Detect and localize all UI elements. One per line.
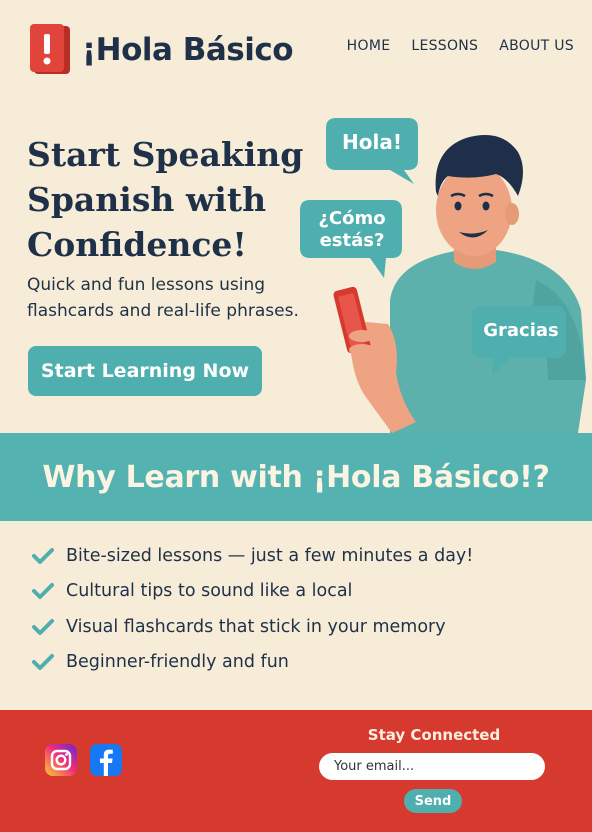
feature-text: Cultural tips to sound like a local — [66, 581, 353, 602]
logo[interactable]: ¡Hola Básico — [28, 22, 294, 78]
list-item: Cultural tips to sound like a local — [32, 574, 473, 610]
list-item: Beginner-friendly and fun — [32, 645, 473, 681]
feature-text: Visual flashcards that stick in your mem… — [66, 616, 446, 637]
hero-title: Start Speaking Spanish with Confidence! — [27, 135, 304, 264]
send-button[interactable]: Send — [404, 789, 462, 813]
check-icon — [32, 618, 54, 635]
facebook-glyph-icon — [100, 749, 113, 776]
facebook-icon[interactable] — [90, 744, 122, 776]
bubble-hola: Hola! — [342, 130, 402, 154]
list-item: Visual flashcards that stick in your mem… — [32, 609, 473, 645]
feature-text: Bite-sized lessons — just a few minutes … — [66, 545, 474, 566]
email-field[interactable] — [319, 753, 545, 780]
nav-about-us[interactable]: ABOUT US — [499, 38, 574, 54]
bubble-como-estas: ¿Cómo estás? — [318, 208, 386, 251]
book-logo-icon — [30, 24, 70, 74]
instagram-icon[interactable] — [45, 744, 77, 776]
site-header: ¡Hola Básico HOME LESSONS ABOUT US — [0, 0, 592, 100]
stay-connected-heading: Stay Connected — [367, 726, 501, 744]
brand-name: ¡Hola Básico — [82, 32, 294, 68]
feature-list: Bite-sized lessons — just a few minutes … — [32, 538, 473, 680]
feature-text: Beginner-friendly and fun — [66, 652, 289, 673]
instagram-glyph-icon — [50, 749, 72, 771]
check-icon — [32, 547, 54, 564]
nav-home[interactable]: HOME — [347, 38, 391, 54]
main-nav: HOME LESSONS ABOUT US — [347, 38, 574, 54]
start-learning-button[interactable]: Start Learning Now — [28, 346, 262, 396]
bubble-gracias: Gracias — [483, 320, 559, 341]
check-icon — [32, 583, 54, 600]
why-section-banner: Why Learn with ¡Hola Básico!? — [0, 433, 592, 521]
why-title: Why Learn with ¡Hola Básico!? — [42, 459, 550, 495]
check-icon — [32, 654, 54, 671]
nav-lessons[interactable]: LESSONS — [411, 38, 478, 54]
list-item: Bite-sized lessons — just a few minutes … — [32, 538, 473, 574]
hero-illustration — [300, 118, 586, 433]
